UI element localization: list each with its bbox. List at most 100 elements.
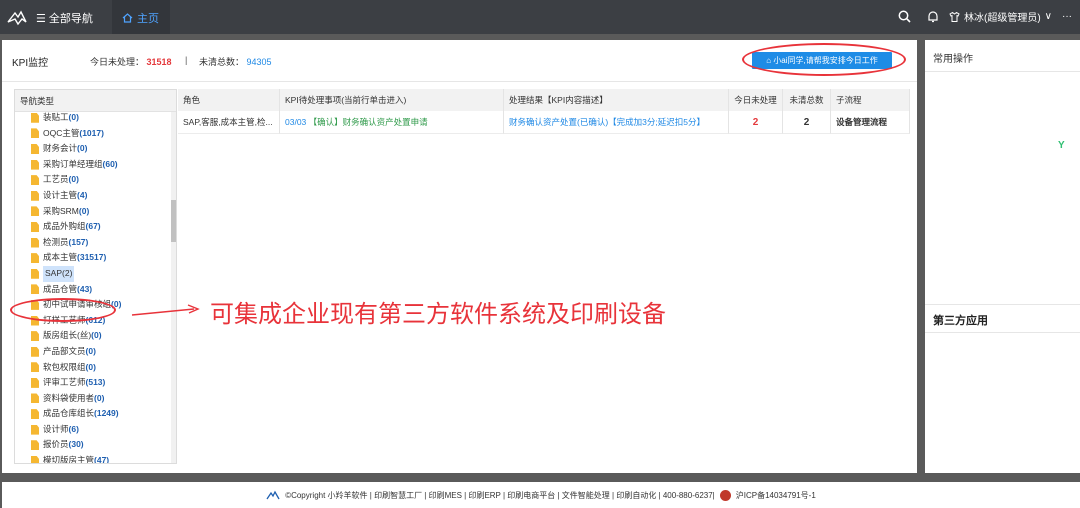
tree-item[interactable]: 设计主管(4) xyxy=(15,188,170,204)
tree-item[interactable]: 采购订单经理组(60) xyxy=(15,157,170,173)
top-right-tools: 林冰(超级管理员) ∨ ··· xyxy=(898,9,1072,24)
tree-item[interactable]: 设计师(6) xyxy=(15,422,170,438)
table-row[interactable]: SAP,客服,成本主管,检... 03/03 【确认】财务确认资产处置申请 财务… xyxy=(178,111,910,134)
nav-home-tab[interactable]: 主页 xyxy=(122,10,159,26)
col-header-today: 今日未处理 xyxy=(729,89,783,111)
tree-item-label: 成本主管(31517) xyxy=(43,252,107,263)
tree-item-count: (60) xyxy=(102,158,118,169)
file-icon xyxy=(31,409,39,420)
user-menu[interactable]: 林冰(超级管理员) ∨ xyxy=(949,9,1052,24)
file-icon xyxy=(31,440,39,451)
scroll-thumb[interactable] xyxy=(171,200,176,242)
tree-item-count: (1017) xyxy=(79,127,104,138)
tree-item[interactable]: 产品部文员(0) xyxy=(15,344,170,360)
tree-item-label: 产品部文员(0) xyxy=(43,345,96,356)
file-icon xyxy=(31,346,39,357)
right-panel: 常用操作 Y 第三方应用 xyxy=(925,40,1080,473)
tree-item-label: 采购订单经理组(60) xyxy=(43,158,118,169)
footer-copyright: ©Copyright 小羚羊软件 | 印刷智慧工厂 | 印刷MES | 印刷ER… xyxy=(285,490,715,500)
table-header-row: 角色 KPI待处理事项(当前行单击进入) 处理结果【KPI内容描述】 今日未处理… xyxy=(178,89,910,111)
tree-item[interactable]: 采购SRM(0) xyxy=(15,204,170,220)
top-bar: ☰ 全部导航 主页 林冰(超级管理员) ∨ ··· xyxy=(0,0,1080,34)
tree-item[interactable]: 模切版房主管(47) xyxy=(15,453,170,464)
tree-item-count: (0) xyxy=(85,361,96,372)
tree-item-count: (1249) xyxy=(94,408,119,419)
annotation-text: 可集成企业现有第三方软件系统及印刷设备 xyxy=(210,301,666,328)
col-header-role: 角色 xyxy=(178,89,280,111)
tree-item[interactable]: 装贴工(0) xyxy=(15,110,170,126)
tree-item[interactable]: OQC主管(1017) xyxy=(15,126,170,142)
app-badge[interactable]: Y xyxy=(1058,140,1065,151)
tree-item-count: (4) xyxy=(77,189,88,200)
tree-item-label: 采购SRM(0) xyxy=(43,205,90,216)
cell-role: SAP,客服,成本主管,检... xyxy=(178,111,280,134)
chevron-down-icon: ∨ xyxy=(1044,11,1052,22)
tree-item-label: 财务会计(0) xyxy=(43,143,88,154)
footer-icp[interactable]: 沪ICP备14034791号-1 xyxy=(736,490,816,501)
shirt-icon xyxy=(949,11,960,22)
file-icon xyxy=(31,190,39,201)
tree-item-count: (47) xyxy=(94,455,110,464)
bell-icon[interactable] xyxy=(927,10,939,23)
tree-item[interactable]: 工艺员(0) xyxy=(15,172,170,188)
tree-item-label: 设计主管(4) xyxy=(43,189,88,200)
tree-item-label: 报价员(30) xyxy=(43,439,84,450)
logo-icon[interactable] xyxy=(6,8,28,26)
tree-item-label: SAP(2) xyxy=(43,265,75,282)
kpi-title: KPI监控 xyxy=(12,58,49,69)
nav-type-tree: 导航类型 装贴工(0) OQC主管(1017) 财务会计(0) 采购订单经理组(60)… xyxy=(14,89,177,464)
kpi-total: 未清总数： 94305 xyxy=(199,55,272,68)
col-header-result: 处理结果【KPI内容描述】 xyxy=(504,89,729,111)
more-button[interactable]: ··· xyxy=(1062,11,1072,22)
file-icon xyxy=(31,455,39,463)
file-icon xyxy=(31,362,39,373)
divider xyxy=(925,71,1080,72)
tree-item-label: 版房组长(丝)(0) xyxy=(43,330,102,341)
tree-item[interactable]: 成品仓管(43) xyxy=(15,282,170,298)
nav-all-menu[interactable]: ☰ 全部导航 xyxy=(36,10,93,26)
kpi-separator: | xyxy=(185,55,188,65)
kpi-table: 角色 KPI待处理事项(当前行单击进入) 处理结果【KPI内容描述】 今日未处理… xyxy=(178,89,910,134)
tree-item[interactable]: 检测员(157) xyxy=(15,235,170,251)
file-icon xyxy=(31,268,39,279)
tree-item-label: 软包权限组(0) xyxy=(43,361,96,372)
footer: ©Copyright 小羚羊软件 | 印刷智慧工厂 | 印刷MES | 印刷ER… xyxy=(2,482,1080,508)
tree-item[interactable]: 资料袋使用者(0) xyxy=(15,391,170,407)
tree-item[interactable]: 评审工艺师(513) xyxy=(15,375,170,391)
tree-item-count: (0) xyxy=(94,392,105,403)
tree-item-count: (0) xyxy=(68,112,79,122)
tree-item-label: 成品仓库组长(1249) xyxy=(43,408,119,419)
tree-item[interactable]: 成品外购组(67) xyxy=(15,219,170,235)
tree-item[interactable]: 软包权限组(0) xyxy=(15,360,170,376)
tree-item[interactable]: 报价员(30) xyxy=(15,437,170,453)
kpi-unprocessed-label: 今日未处理： xyxy=(90,57,145,67)
divider xyxy=(925,332,1080,333)
search-icon[interactable] xyxy=(898,10,911,23)
file-icon xyxy=(31,128,39,139)
tree-scrollbar[interactable] xyxy=(171,112,176,463)
cell-task[interactable]: 03/03 【确认】财务确认资产处置申请 xyxy=(280,111,504,134)
tree-item-count: (30) xyxy=(68,439,84,450)
tree-header: 导航类型 xyxy=(15,90,176,112)
tree-item-count: (0) xyxy=(78,205,90,216)
col-header-task: KPI待处理事项(当前行单击进入) xyxy=(280,89,504,111)
tree-item[interactable]: 成本主管(31517) xyxy=(15,250,170,266)
tree-item-count: (0) xyxy=(77,143,88,154)
divider xyxy=(925,304,1080,305)
cell-subflow[interactable]: 设备管理流程 xyxy=(831,111,910,134)
tree-item[interactable]: 版房组长(丝)(0) xyxy=(15,328,170,344)
tree-item-count: (0) xyxy=(68,174,79,185)
tree-item-count: (157) xyxy=(68,236,89,247)
annotation-arrow xyxy=(131,304,200,316)
file-icon xyxy=(31,331,39,342)
tree-item-label: 成品外购组(67) xyxy=(43,221,101,232)
file-icon xyxy=(31,284,39,295)
col-header-total: 未清总数 xyxy=(783,89,831,111)
file-icon xyxy=(31,237,39,248)
tree-item-label: OQC主管(1017) xyxy=(43,127,104,138)
tree-item[interactable]: SAP(2) xyxy=(15,265,170,282)
cell-result[interactable]: 财务确认资产处置(已确认)【完成加3分;延迟扣5分】 xyxy=(504,111,729,134)
tree-item[interactable]: 财务会计(0) xyxy=(15,141,170,157)
task-text: 【确认】财务确认资产处置申请 xyxy=(308,117,428,127)
tree-item[interactable]: 成品仓库组长(1249) xyxy=(15,406,170,422)
